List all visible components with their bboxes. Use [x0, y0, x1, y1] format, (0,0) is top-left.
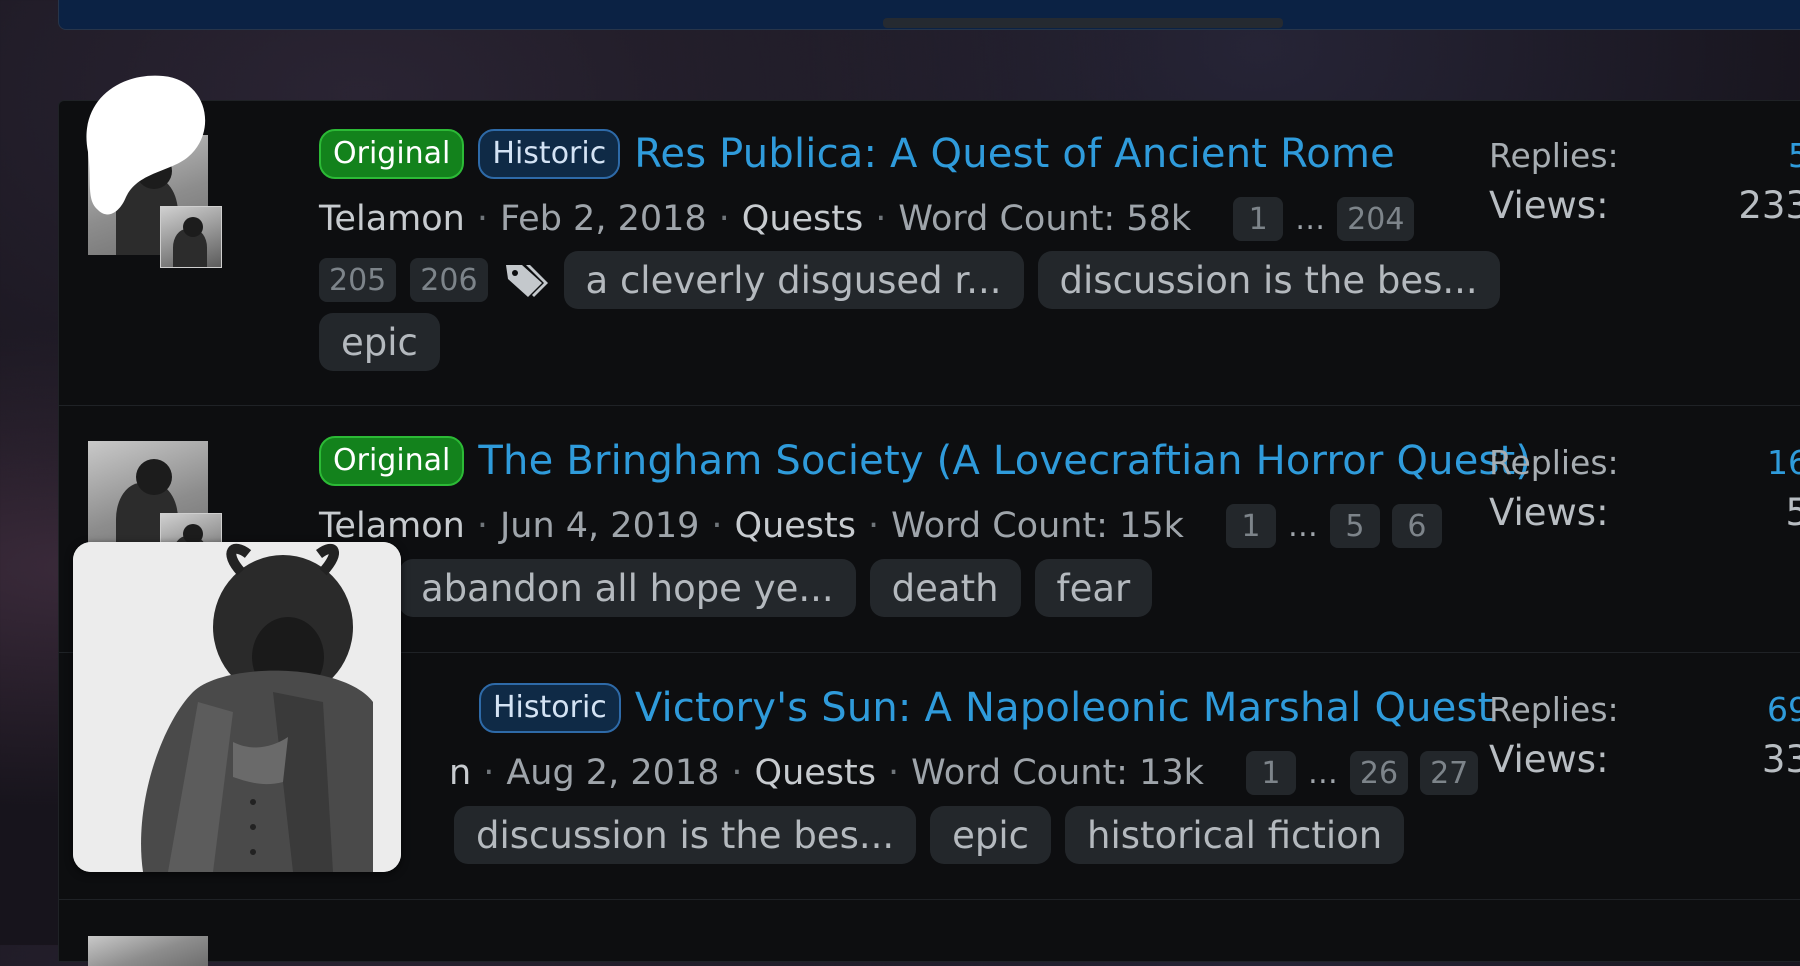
thread-meta: n · Aug 2, 2018 · Quests · Word Count: 1…	[449, 751, 1479, 795]
word-count: Word Count: 15k	[891, 506, 1184, 546]
thread-row	[59, 900, 1800, 966]
thread-title-link[interactable]: The Bringham Society (A Lovecraftian Hor…	[478, 438, 1531, 484]
thread-date[interactable]: Feb 2, 2018	[500, 199, 707, 239]
thread-date[interactable]: Aug 2, 2018	[506, 753, 719, 793]
tag-chip[interactable]: epic	[319, 313, 440, 371]
thread-title-line: Historic Victory's Sun: A Napoleonic Mar…	[479, 683, 1493, 733]
thread-meta: Telamon · Jun 4, 2019 · Quests · Word Co…	[319, 504, 1442, 548]
page-link[interactable]: 206	[410, 258, 488, 302]
tag-chip[interactable]: fear	[1034, 559, 1153, 617]
word-count: Word Count: 58k	[898, 199, 1192, 239]
thread-title-link[interactable]: Res Publica: A Quest of Ancient Rome	[634, 131, 1395, 177]
replies-label: Replies:	[1489, 443, 1619, 482]
page-ellipsis: …	[1295, 201, 1326, 237]
thread-row: Original Historic Res Publica: A Quest o…	[59, 101, 1800, 406]
replies-label: Replies:	[1489, 136, 1619, 175]
prefix-historic[interactable]: Historic	[479, 683, 621, 733]
prefix-original[interactable]: Original	[319, 129, 465, 179]
thread-forum[interactable]: Quests	[735, 506, 856, 546]
thread-forum[interactable]: Quests	[742, 199, 863, 239]
thread-title-line: Original Historic Res Publica: A Quest o…	[319, 129, 1395, 179]
thread-starter-avatar[interactable]	[88, 936, 208, 966]
views-count: 233	[1738, 184, 1800, 227]
thread-title-line: Original The Bringham Society (A Lovecra…	[319, 436, 1531, 486]
page-link[interactable]: 1	[1233, 197, 1284, 241]
views-count: 33	[1761, 738, 1800, 781]
tag-chip[interactable]: historical fiction	[1065, 806, 1405, 864]
thread-meta: Telamon · Feb 2, 2018 · Quests · Word Co…	[319, 197, 1415, 241]
page-ellipsis: …	[1287, 508, 1318, 544]
tag-chip[interactable]: epic	[930, 806, 1052, 864]
views-label: Views:	[1489, 738, 1609, 781]
page-link[interactable]: 5	[1329, 504, 1380, 548]
views-count: 5	[1785, 491, 1800, 534]
tag-chip[interactable]: a cleverly disgused r...	[563, 251, 1024, 309]
thread-author[interactable]: Telamon	[319, 199, 465, 239]
replies-label: Replies:	[1489, 690, 1619, 729]
page-link[interactable]: 1	[1245, 751, 1296, 795]
thread-forum[interactable]: Quests	[755, 753, 876, 793]
top-navigation-bar	[58, 0, 1800, 30]
tag-chip[interactable]: discussion is the bes...	[454, 806, 917, 864]
page-link[interactable]: 204	[1337, 197, 1415, 241]
tag-chip[interactable]: discussion is the bes...	[1037, 251, 1500, 309]
thread-author[interactable]: n	[449, 753, 471, 793]
tag-list: abandon all hope ye... death fear	[399, 559, 1153, 617]
replies-count: 69	[1767, 690, 1800, 729]
tag-chip[interactable]: death	[869, 559, 1021, 617]
scrollbar-thumb[interactable]	[883, 18, 1283, 28]
replies-count: 5	[1788, 136, 1800, 175]
page-ellipsis: …	[1307, 755, 1338, 791]
patreon-logo[interactable]	[78, 72, 212, 217]
page-link[interactable]: 6	[1391, 504, 1442, 548]
bison-man-image	[73, 542, 401, 872]
thread-title-link[interactable]: Victory's Sun: A Napoleonic Marshal Ques…	[635, 685, 1494, 731]
tag-list: discussion is the bes... epic historical…	[454, 806, 1405, 864]
tag-icon	[505, 265, 548, 297]
tag-list-overflow: epic	[319, 313, 440, 371]
thread-date[interactable]: Jun 4, 2019	[500, 506, 699, 546]
page-link[interactable]: 27	[1420, 751, 1479, 795]
page-link[interactable]: 26	[1349, 751, 1409, 795]
avatar-popover[interactable]	[73, 542, 401, 872]
thread-author[interactable]: Telamon	[319, 506, 465, 546]
views-label: Views:	[1489, 184, 1609, 227]
replies-count: 16	[1767, 443, 1800, 482]
page-link[interactable]: 205	[319, 258, 397, 302]
word-count: Word Count: 13k	[911, 753, 1204, 793]
views-label: Views:	[1489, 491, 1609, 534]
tag-list: 205 206 a cleverly disgused r... discuss…	[319, 251, 1500, 309]
tag-chip[interactable]: abandon all hope ye...	[399, 559, 856, 617]
page-link[interactable]: 1	[1225, 504, 1276, 548]
prefix-historic[interactable]: Historic	[478, 129, 621, 179]
prefix-original[interactable]: Original	[319, 436, 465, 486]
